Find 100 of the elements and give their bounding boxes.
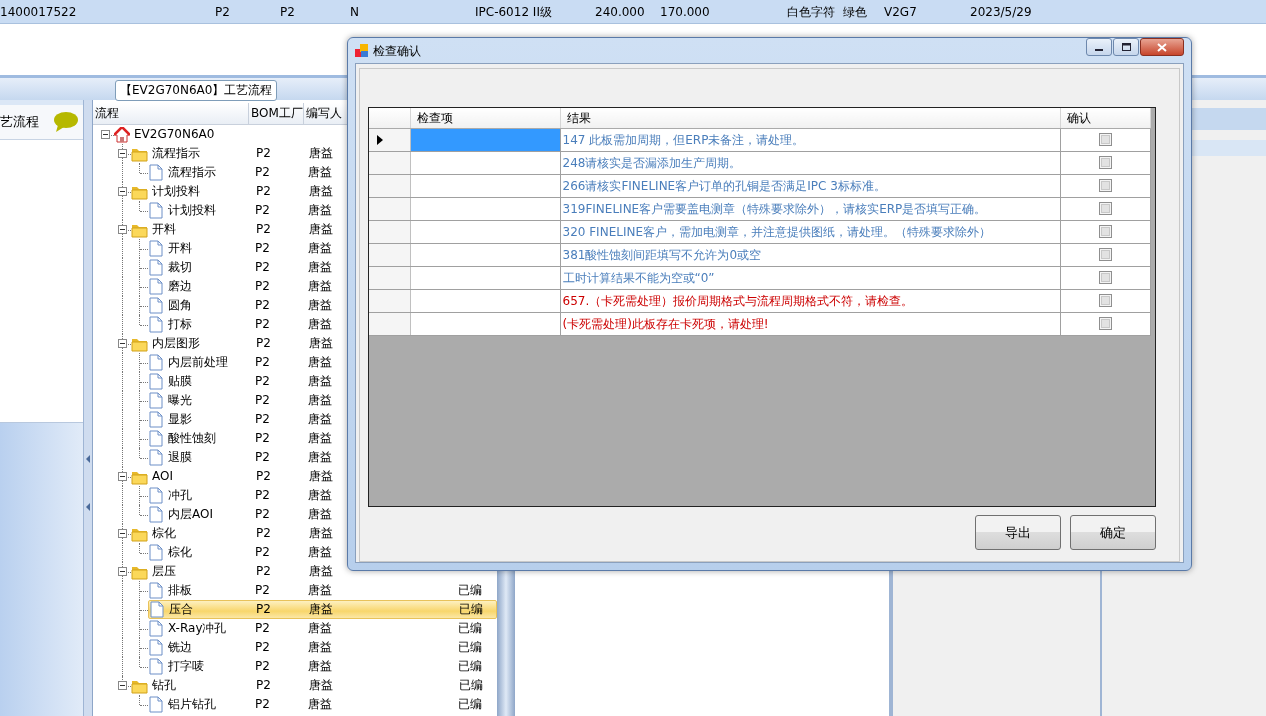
column-header[interactable]: 流程 — [93, 103, 249, 124]
tree-row[interactable]: 显影 P2 唐益 — [148, 410, 497, 429]
tree-row[interactable]: 棕化 P2 唐益 — [131, 524, 497, 543]
tree-row[interactable]: EV2G70N6A0 — [114, 125, 497, 144]
tree-row[interactable]: AOI P2 唐益 — [131, 467, 497, 486]
tree-row[interactable]: 棕化 P2 唐益 — [148, 543, 497, 562]
author-cell-text: 唐益 — [307, 659, 332, 673]
checkbox[interactable] — [1098, 271, 1112, 284]
tree-row[interactable]: 内层图形 P2 唐益 — [131, 334, 497, 353]
tree-row[interactable]: 圆角 P2 唐益 — [148, 296, 497, 315]
factory-cell-text: P2 — [254, 317, 270, 331]
tree-row[interactable]: 开料 P2 唐益 — [148, 239, 497, 258]
tree-row[interactable]: 钻孔 P2 唐益 已编 — [131, 676, 497, 695]
column-header[interactable]: 检查项 — [410, 108, 560, 128]
author-cell-text: 唐益 — [307, 545, 332, 559]
check-item-cell[interactable] — [410, 197, 560, 220]
factory-cell-text: P2 — [254, 279, 270, 293]
check-item-cell[interactable] — [410, 266, 560, 289]
check-item-cell[interactable] — [410, 174, 560, 197]
collapse-toggle-icon[interactable] — [118, 187, 127, 196]
tree-row[interactable]: 冲孔 P2 唐益 — [148, 486, 497, 505]
author-cell-text: 唐益 — [307, 640, 332, 654]
record-cell-text: P2 — [280, 3, 296, 21]
tree-row[interactable]: 磨边 P2 唐益 — [148, 277, 497, 296]
checkbox[interactable] — [1098, 179, 1112, 192]
checkbox[interactable] — [1098, 294, 1112, 307]
check-item-cell[interactable] — [410, 128, 560, 151]
factory-cell-text: P2 — [254, 621, 270, 635]
collapse-toggle-icon[interactable] — [118, 681, 127, 690]
author-cell-text: 唐益 — [307, 583, 332, 597]
collapse-toggle-icon[interactable] — [118, 472, 127, 481]
dialog-button[interactable]: 确定 — [1070, 515, 1156, 550]
tree-row[interactable]: 流程指示 P2 唐益 — [131, 144, 497, 163]
minimize-button[interactable] — [1086, 38, 1112, 56]
result-text: 320 FINELINE客户，需加电测章，并注意提供图纸，请处理。（特殊要求除外） — [562, 224, 991, 239]
check-item-cell[interactable] — [410, 151, 560, 174]
tree-row[interactable]: 酸性蚀刻 P2 唐益 — [148, 429, 497, 448]
tree-row[interactable]: 打标 P2 唐益 — [148, 315, 497, 334]
check-item-cell[interactable] — [410, 289, 560, 312]
author-cell-text: 唐益 — [307, 697, 332, 711]
tree-row[interactable]: 内层AOI P2 唐益 — [148, 505, 497, 524]
factory-cell-text: P2 — [255, 184, 271, 198]
collapse-toggle-icon[interactable] — [101, 130, 110, 139]
tree-row[interactable]: 曝光 P2 唐益 — [148, 391, 497, 410]
tree-node-label: 内层前处理 — [167, 354, 229, 371]
document-icon — [148, 506, 164, 523]
document-icon — [148, 354, 164, 371]
record-cell-text: IPC-6012 II级 — [475, 3, 553, 21]
maximize-button[interactable] — [1113, 38, 1139, 56]
author-cell-text: 唐益 — [307, 412, 332, 426]
collapse-toggle-icon[interactable] — [118, 339, 127, 348]
tree-row[interactable]: 裁切 P2 唐益 — [148, 258, 497, 277]
tree-row[interactable]: 开料 P2 唐益 — [131, 220, 497, 239]
tree-row[interactable]: 贴膜 P2 唐益 — [148, 372, 497, 391]
tree-row[interactable]: 打字唛 P2 唐益 已编 — [148, 657, 497, 676]
record-cell-text: 1400017522 — [0, 3, 78, 21]
close-button[interactable] — [1140, 38, 1184, 56]
column-header[interactable]: BOM工厂 — [249, 103, 304, 124]
factory-cell-text: P2 — [254, 640, 270, 654]
speech-bubble-icon[interactable] — [53, 111, 79, 133]
tree-row[interactable]: 压合 P2 唐益 已编 — [148, 600, 497, 619]
checkbox[interactable] — [1098, 156, 1112, 169]
tree-row[interactable]: 铣边 P2 唐益 已编 — [148, 638, 497, 657]
check-item-cell[interactable] — [410, 220, 560, 243]
process-tab[interactable]: 【EV2G70N6A0】工艺流程 — [115, 80, 278, 101]
tree-row[interactable]: 计划投料 P2 唐益 — [131, 182, 497, 201]
checkbox[interactable] — [1098, 202, 1112, 215]
document-icon — [148, 582, 164, 599]
result-text: 266请核实FINELINE客户订单的孔铜是否满足IPC 3标标准。 — [562, 178, 886, 193]
checkbox[interactable] — [1098, 248, 1112, 261]
collapse-arrow-icon[interactable] — [85, 455, 91, 463]
collapse-toggle-icon[interactable] — [118, 529, 127, 538]
document-icon — [148, 373, 164, 390]
factory-cell-text: P2 — [254, 431, 270, 445]
document-icon — [148, 392, 164, 409]
tree-row[interactable]: 层压 P2 唐益 — [131, 562, 497, 581]
check-item-cell[interactable] — [410, 312, 560, 335]
document-icon — [148, 696, 164, 713]
tree-row[interactable]: 计划投料 P2 唐益 — [148, 201, 497, 220]
collapse-toggle-icon[interactable] — [118, 149, 127, 158]
tree-row[interactable]: X-Ray冲孔 P2 唐益 已编 — [148, 619, 497, 638]
column-header[interactable]: 确认 — [1060, 108, 1150, 128]
dialog-button[interactable]: 导出 — [975, 515, 1061, 550]
check-item-cell[interactable] — [410, 243, 560, 266]
checkbox[interactable] — [1098, 225, 1112, 238]
tree-row[interactable]: 铝片钻孔 P2 唐益 已编 — [148, 695, 497, 714]
tree-row[interactable]: 流程指示 P2 唐益 — [148, 163, 497, 182]
collapse-toggle-icon[interactable] — [118, 567, 127, 576]
tree-row[interactable]: 排板 P2 唐益 已编 — [148, 581, 497, 600]
tree-node-label: AOI — [151, 468, 174, 485]
collapse-arrow-icon[interactable] — [85, 503, 91, 511]
tree-row[interactable]: 退膜 P2 唐益 — [148, 448, 497, 467]
tree-node-label: 开料 — [151, 221, 177, 238]
checkbox[interactable] — [1098, 133, 1112, 146]
column-header[interactable]: 结果 — [560, 108, 1060, 128]
result-text: 381酸性蚀刻间距填写不允许为0或空 — [562, 247, 762, 262]
tree-row[interactable]: 内层前处理 P2 唐益 — [148, 353, 497, 372]
checkbox[interactable] — [1098, 317, 1112, 330]
record-cell-text: 2023/5/29 — [970, 3, 1033, 21]
collapse-toggle-icon[interactable] — [118, 225, 127, 234]
